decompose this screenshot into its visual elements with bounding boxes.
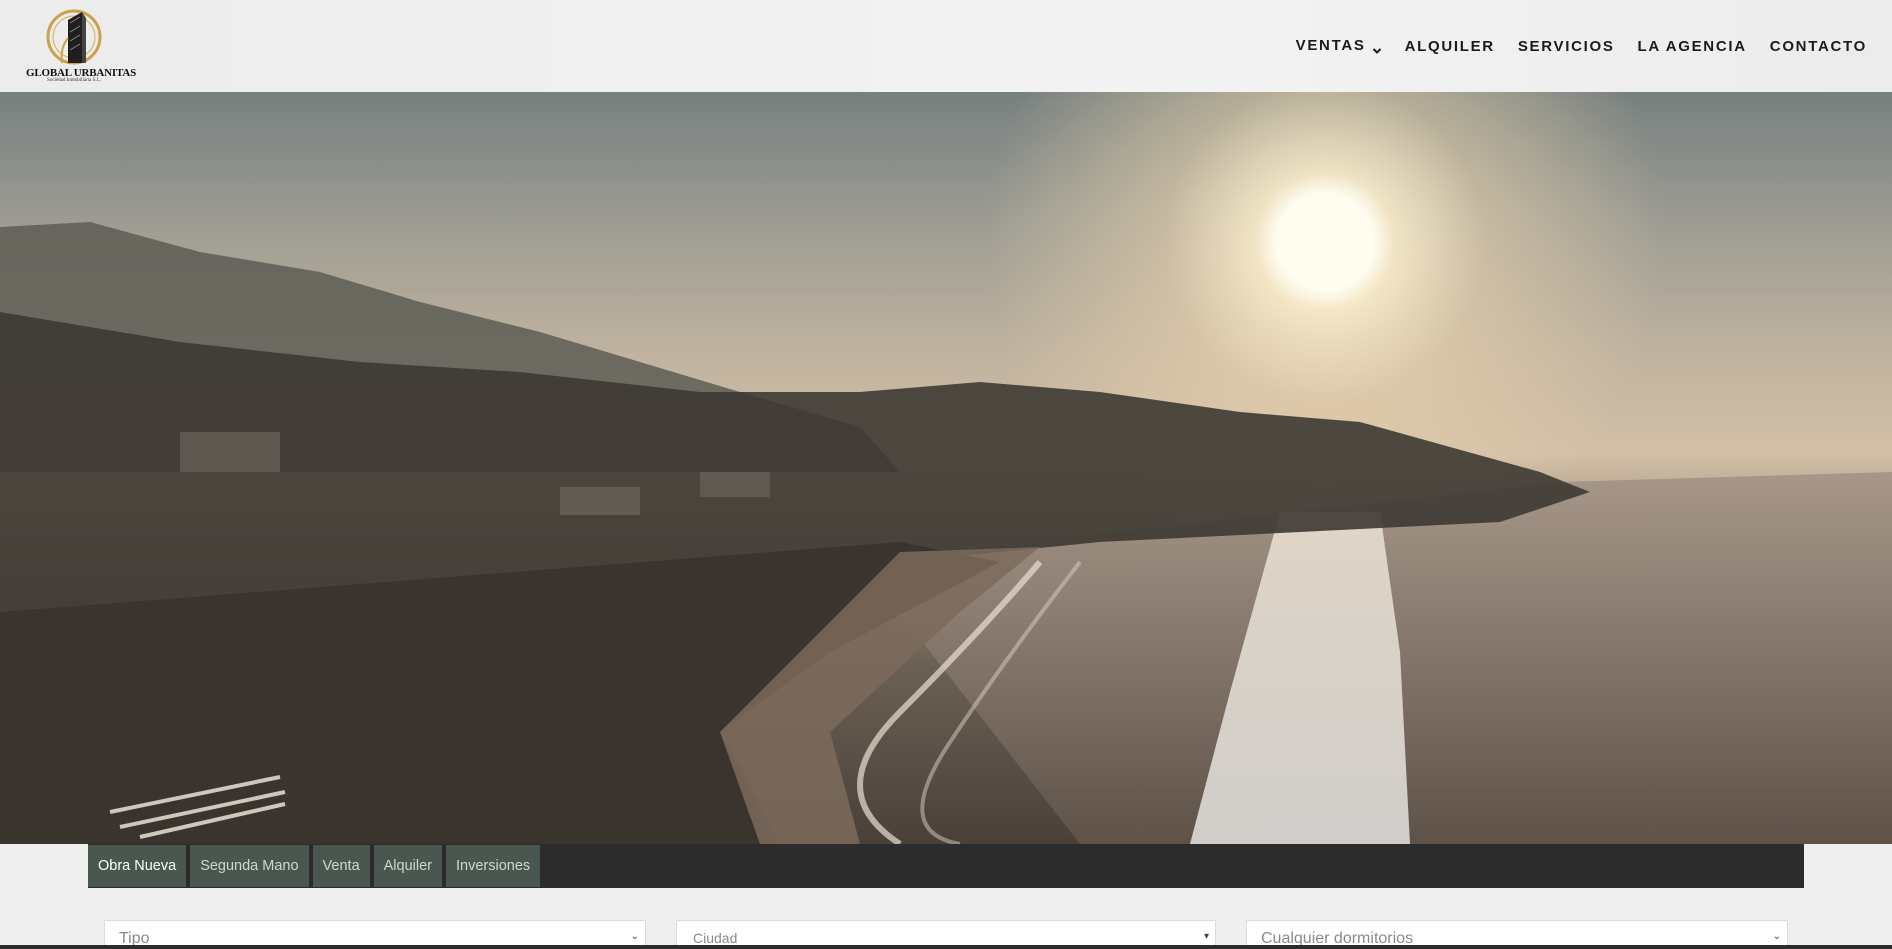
search-tabs: Obra Nueva Segunda Mano Venta Alquiler I… xyxy=(88,844,1804,888)
tab-inversiones[interactable]: Inversiones xyxy=(446,845,541,887)
hero-scene-image xyxy=(0,222,1892,844)
logo[interactable]: GLOBAL URBANITAS Sociedad Inmobiliaria S… xyxy=(26,8,136,86)
site-header: GLOBAL URBANITAS Sociedad Inmobiliaria S… xyxy=(0,0,1892,92)
tab-venta[interactable]: Venta xyxy=(312,845,370,887)
hero-video xyxy=(0,92,1892,844)
caret-down-icon: ▾ xyxy=(1203,931,1209,942)
nav-item-alquiler[interactable]: ALQUILER xyxy=(1405,38,1495,55)
nav-item-la-agencia[interactable]: LA AGENCIA xyxy=(1638,38,1747,55)
chevron-down-icon: ⌄ xyxy=(630,931,639,942)
nav-item-label: ALQUILER xyxy=(1404,37,1495,55)
nav-item-label: SERVICIOS xyxy=(1517,37,1615,55)
nav-item-ventas[interactable]: VENTAS xyxy=(1296,37,1382,55)
nav-item-servicios[interactable]: SERVICIOS xyxy=(1518,38,1615,55)
nav-item-label: VENTAS xyxy=(1295,37,1366,54)
logo-tagline: Sociedad Inmobiliaria S.L. xyxy=(47,78,101,83)
main-nav: VENTAS ALQUILER SERVICIOS LA AGENCIA CON… xyxy=(1296,37,1867,55)
nav-item-contacto[interactable]: CONTACTO xyxy=(1770,38,1867,55)
nav-item-label: CONTACTO xyxy=(1769,37,1867,55)
tab-segunda-mano[interactable]: Segunda Mano xyxy=(190,845,309,887)
nav-item-label: LA AGENCIA xyxy=(1637,37,1747,55)
chevron-down-icon xyxy=(1372,48,1381,54)
chevron-down-icon: ⌄ xyxy=(1772,931,1781,942)
logo-emblem-icon xyxy=(46,9,102,65)
ciudad-select-value: Ciudad xyxy=(693,930,738,946)
tab-obra-nueva[interactable]: Obra Nueva xyxy=(88,845,187,887)
tab-alquiler[interactable]: Alquiler xyxy=(373,845,442,887)
page-bottom-edge xyxy=(0,945,1892,949)
